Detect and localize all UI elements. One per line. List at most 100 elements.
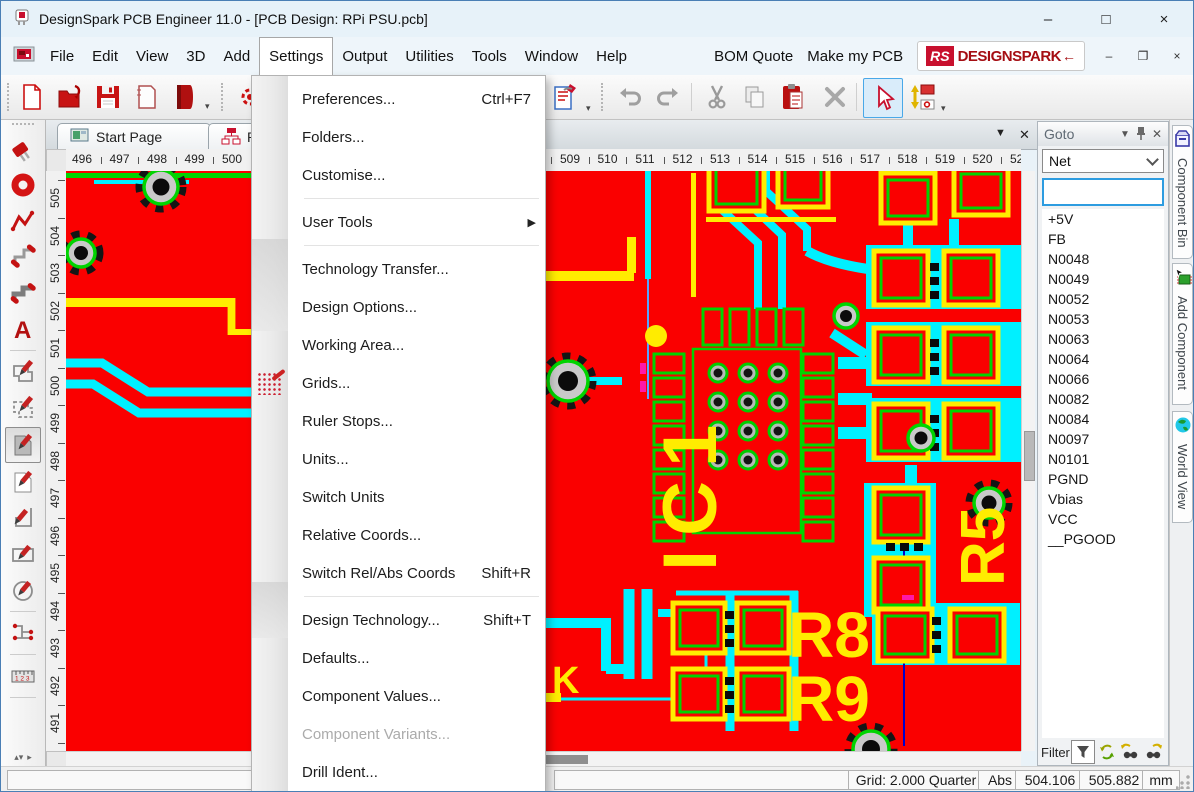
net-item-n0082[interactable]: N0082 — [1042, 389, 1164, 409]
net-item-n0053[interactable]: N0053 — [1042, 309, 1164, 329]
add-text-tool[interactable]: A — [6, 312, 40, 346]
toolbar-drag-handle[interactable] — [12, 123, 34, 130]
add-rectangle-tool[interactable] — [6, 537, 40, 571]
file-group-overflow-icon[interactable]: ▾ — [205, 101, 210, 112]
add-net-tool[interactable] — [6, 616, 40, 650]
menubar-item-file[interactable]: File — [41, 37, 83, 75]
menu-item-preferences[interactable]: Preferences...Ctrl+F7 — [252, 80, 545, 118]
menu-item-relative-coords[interactable]: Relative Coords... — [252, 516, 545, 554]
mdi-close-button[interactable]: × — [1167, 47, 1187, 65]
reports-button[interactable] — [546, 78, 584, 116]
close-button[interactable]: × — [1135, 1, 1193, 37]
mdi-minimize-button[interactable]: – — [1099, 47, 1119, 65]
net-item-n0048[interactable]: N0048 — [1042, 249, 1164, 269]
goto-search-input[interactable] — [1042, 178, 1164, 206]
net-item-vbias[interactable]: Vbias — [1042, 489, 1164, 509]
menubar-item-tools[interactable]: Tools — [463, 37, 516, 75]
net-item-n0101[interactable]: N0101 — [1042, 449, 1164, 469]
redo-button[interactable] — [649, 78, 687, 116]
goto-panel-titlebar[interactable]: Goto ▼ ✕ — [1038, 122, 1168, 146]
menubar-item-output[interactable]: Output — [333, 37, 396, 75]
menu-item-switch-units[interactable]: Switch Units — [252, 478, 545, 516]
open-button[interactable] — [51, 78, 89, 116]
net-item-n0064[interactable]: N0064 — [1042, 349, 1164, 369]
menu-item-design-technology[interactable]: Design Technology...Shift+T — [252, 601, 545, 639]
menu-item-design-options[interactable]: Design Options... — [252, 288, 545, 326]
net-item-n0049[interactable]: N0049 — [1042, 269, 1164, 289]
layer-swap-button[interactable] — [901, 78, 939, 116]
canvas-vertical-scrollbar[interactable] — [1021, 171, 1035, 751]
add-pad-tool[interactable] — [6, 168, 40, 202]
add-outline-shape-tool[interactable] — [6, 465, 40, 499]
make-my-pcb-link[interactable]: Make my PCB — [807, 48, 903, 65]
net-item-n0097[interactable]: N0097 — [1042, 429, 1164, 449]
close-document-button[interactable] — [127, 78, 165, 116]
cycle-selection-button[interactable] — [1096, 741, 1118, 763]
net-item-5v[interactable]: +5V — [1042, 209, 1164, 229]
add-circle-tool[interactable] — [6, 573, 40, 607]
toolbar-scroll-buttons[interactable]: ▴▾▸ — [14, 752, 32, 766]
save-button[interactable] — [89, 78, 127, 116]
menu-item-customise[interactable]: Customise... — [252, 156, 545, 194]
tab-add-component[interactable]: Add Component — [1172, 263, 1193, 405]
menu-item-drill-ident[interactable]: Drill Ident... — [252, 753, 545, 791]
add-polygon-shape-tool[interactable] — [6, 355, 40, 389]
place-component-tool[interactable] — [6, 132, 40, 166]
menu-item-component-values[interactable]: Component Values... — [252, 677, 545, 715]
pin-icon[interactable] — [1135, 126, 1147, 143]
new-document-button[interactable] — [13, 78, 51, 116]
menu-item-units[interactable]: Units... — [252, 440, 545, 478]
copy-button[interactable] — [736, 78, 774, 116]
add-filled-shape-tool[interactable] — [5, 427, 41, 463]
menu-item-switch-rel-abs-coords[interactable]: Switch Rel/Abs CoordsShift+R — [252, 554, 545, 592]
menu-item-technology-transfer[interactable]: Technology Transfer... — [252, 250, 545, 288]
net-item-n0084[interactable]: N0084 — [1042, 409, 1164, 429]
select-mode-button[interactable] — [863, 78, 903, 118]
net-item-fb[interactable]: FB — [1042, 229, 1164, 249]
menu-item-folders[interactable]: Folders... — [252, 118, 545, 156]
measure-tool[interactable]: 1 2 3 — [6, 659, 40, 693]
net-item-n0066[interactable]: N0066 — [1042, 369, 1164, 389]
menubar-item-help[interactable]: Help — [587, 37, 636, 75]
net-item-vcc[interactable]: VCC — [1042, 509, 1164, 529]
menu-item-ruler-stops[interactable]: Ruler Stops... — [252, 402, 545, 440]
undo-button[interactable] — [611, 78, 649, 116]
toolbar-drag-handle[interactable] — [221, 83, 227, 111]
net-item-n0052[interactable]: N0052 — [1042, 289, 1164, 309]
find-next-button[interactable] — [1142, 741, 1164, 763]
menubar-item-view[interactable]: View — [127, 37, 177, 75]
menu-item-defaults[interactable]: Defaults... — [252, 639, 545, 677]
scrollbar-thumb[interactable] — [546, 755, 588, 764]
find-previous-button[interactable] — [1119, 741, 1141, 763]
minimize-button[interactable]: – — [1019, 1, 1077, 37]
bom-quote-link[interactable]: BOM Quote — [714, 48, 793, 65]
menubar-item-add[interactable]: Add — [214, 37, 259, 75]
add-open-shape-tool[interactable] — [6, 501, 40, 535]
net-item-pgood[interactable]: __PGOOD — [1042, 529, 1164, 549]
panel-menu-dropdown-icon[interactable]: ▼ — [1120, 129, 1130, 140]
menu-item-working-area[interactable]: Working Area... — [252, 326, 545, 364]
scrollbar-thumb[interactable] — [1024, 431, 1035, 481]
add-dashed-shape-tool[interactable] — [6, 391, 40, 425]
tab-world-view[interactable]: World View — [1172, 411, 1193, 523]
menu-item-grids[interactable]: Grids... — [252, 364, 545, 402]
net-item-pgnd[interactable]: PGND — [1042, 469, 1164, 489]
menu-item-user-tools[interactable]: User Tools▶ — [252, 203, 545, 241]
paste-button[interactable] — [774, 78, 812, 116]
edit-group-overflow-icon[interactable]: ▾ — [941, 103, 946, 114]
tab-close-icon[interactable]: ✕ — [1019, 127, 1030, 143]
net-item-n0063[interactable]: N0063 — [1042, 329, 1164, 349]
add-connection-tool[interactable] — [6, 240, 40, 274]
resize-grip[interactable] — [1176, 775, 1190, 789]
tab-component-bin[interactable]: Component Bin — [1172, 125, 1193, 259]
panel-close-icon[interactable]: ✕ — [1152, 127, 1162, 141]
delete-button[interactable] — [816, 78, 854, 116]
goto-type-select[interactable]: Net — [1042, 149, 1164, 173]
maximize-button[interactable]: □ — [1077, 1, 1135, 37]
designspark-logo[interactable]: RS DESIGNSPARK ← — [917, 41, 1085, 71]
reports-overflow-icon[interactable]: ▾ — [586, 103, 591, 114]
add-bus-tool[interactable] — [6, 276, 40, 310]
cut-button[interactable] — [698, 78, 736, 116]
status-units[interactable]: mm — [1142, 770, 1180, 790]
toolbar-drag-handle[interactable] — [601, 83, 607, 111]
